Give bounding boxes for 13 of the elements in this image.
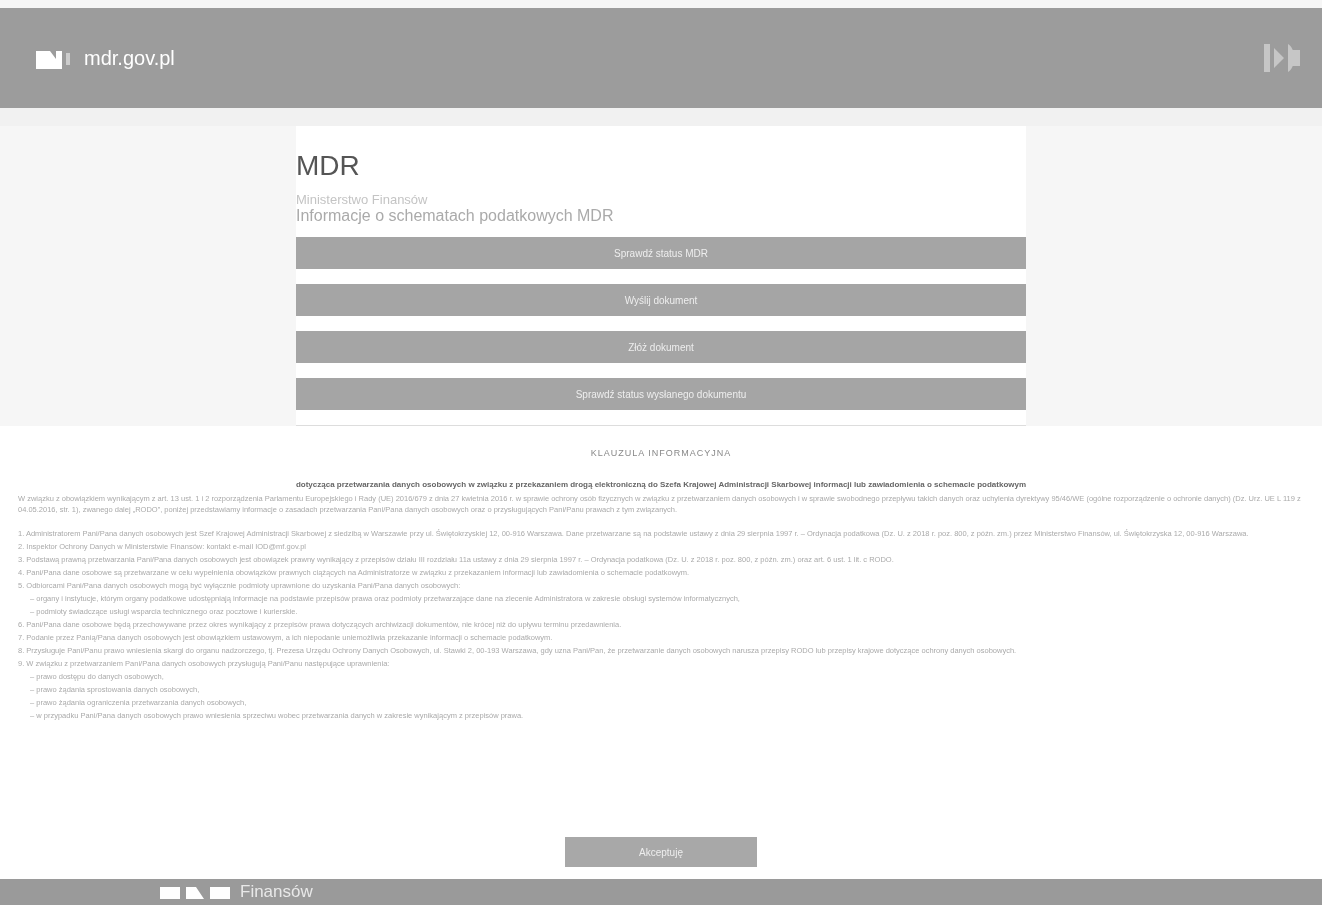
page-title: MDR xyxy=(296,150,361,182)
action-button[interactable]: Wyślij dokument xyxy=(296,284,1026,316)
accept-button[interactable]: Akceptuję xyxy=(565,837,757,867)
page-subtitle: Informacje o schematach podatkowych MDR xyxy=(296,207,615,225)
clause-title: dotycząca przetwarzania danych osobowych w związku z przekazaniem drogą elektroniczną do Szefa Krajowej Administracji Skarbowej informacji lub zawiadomienia o schemacie podatkowym xyxy=(294,480,1028,489)
site-name: mdr.gov.pl xyxy=(84,46,175,70)
footer-text: Finansów xyxy=(240,882,313,902)
action-button[interactable]: Sprawdź status MDR xyxy=(296,237,1026,269)
action-button[interactable]: Sprawdź status wysłanego dokumentu xyxy=(296,378,1026,410)
logo-icon xyxy=(160,885,230,899)
action-button[interactable]: Złóż dokument xyxy=(296,331,1026,363)
dialog-heading: KLAUZULA INFORMACYJNA xyxy=(589,448,733,458)
ministry-name: Ministerstwo Finansów xyxy=(296,192,429,207)
